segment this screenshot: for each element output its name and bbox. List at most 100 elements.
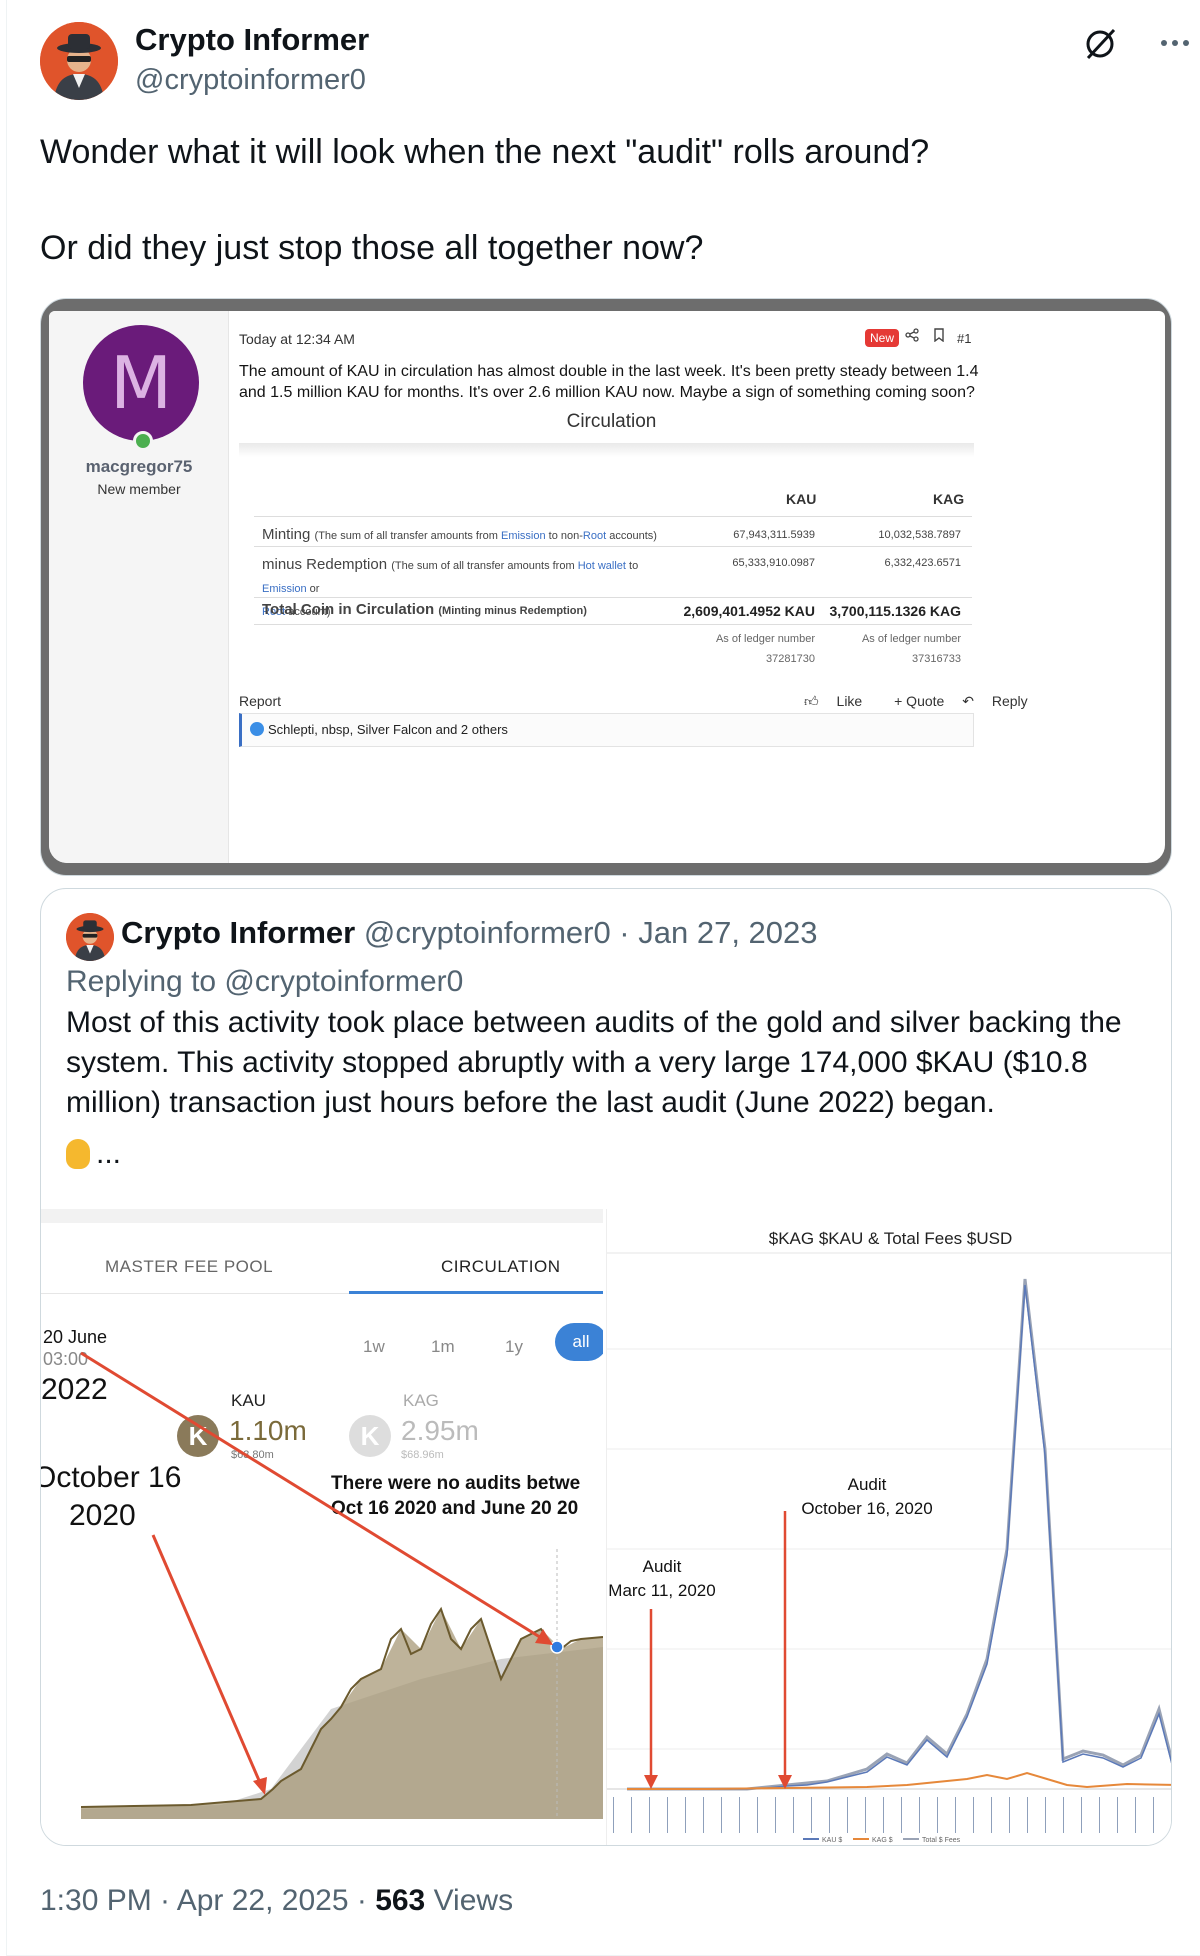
kau-area	[81, 1609, 603, 1819]
x-tick	[919, 1797, 920, 1833]
forum-user-panel: M macgregor75 New member	[49, 311, 229, 863]
forum-post-time: Today at 12:34 AM	[239, 331, 355, 347]
x-tick	[1009, 1797, 1010, 1833]
quoted-avatar	[66, 913, 114, 961]
fees-chart: KAU $ KAG $ Total $ Fees	[607, 1252, 1172, 1844]
tweet-footer: 1:30 PM · Apr 22, 2025 · 563 Views	[40, 1884, 513, 1918]
divider	[254, 624, 972, 625]
x-tick	[739, 1797, 740, 1833]
x-tick	[793, 1797, 794, 1833]
post-timestamp[interactable]: 1:30 PM · Apr 22, 2025 ·	[40, 1884, 375, 1917]
x-tick	[901, 1797, 902, 1833]
reactions-text: Schlepti, nbsp, Silver Falcon and 2 othe…	[268, 722, 508, 737]
audit-mar-2020-arrow-head	[644, 1775, 658, 1789]
minting-row-label: Minting (The sum of all transfer amounts…	[262, 526, 657, 543]
minting-kag: 10,032,538.7897	[878, 529, 961, 541]
x-tick	[883, 1797, 884, 1833]
x-tick	[811, 1797, 812, 1833]
divider	[254, 516, 972, 517]
pointing-down-icon	[66, 1139, 90, 1169]
divider	[254, 546, 972, 547]
forum-avatar: M	[83, 325, 199, 441]
x-tick	[1027, 1797, 1028, 1833]
share-icon	[905, 328, 919, 346]
total-kau: 2,609,401.4952 KAU	[683, 603, 815, 619]
reaction-like-icon	[250, 722, 264, 736]
x-tick	[865, 1797, 866, 1833]
author-handle[interactable]: @cryptoinformer0	[135, 64, 366, 97]
col-header-kau: KAU	[786, 491, 817, 507]
divider	[239, 443, 974, 457]
author-name[interactable]: Crypto Informer	[135, 22, 369, 58]
x-tick	[1171, 1797, 1172, 1833]
x-tick	[937, 1797, 938, 1833]
reply-icon: ↶	[962, 693, 974, 709]
circulation-chart	[80, 1351, 603, 1819]
post-actions: 👍︎ Like + Quote ↶ Reply	[804, 693, 1056, 710]
kau-usd-series	[627, 1284, 1171, 1790]
x-tick	[757, 1797, 758, 1833]
x-tick	[667, 1797, 668, 1833]
x-tick	[721, 1797, 722, 1833]
post-number: #1	[957, 331, 972, 346]
grok-icon[interactable]	[1082, 24, 1120, 62]
cursor-point	[550, 1640, 564, 1654]
x-tick	[685, 1797, 686, 1833]
legend-kau: KAU $	[822, 1837, 842, 1844]
divider	[254, 597, 972, 598]
like-icon: 👍︎	[804, 693, 819, 709]
quoted-image-fees-chart: $KAG $KAU & Total Fees $USD Audit Octobe…	[606, 1209, 1172, 1845]
tweet-text: Wonder what it will look when the next "…	[40, 128, 1160, 272]
quoted-author-name: Crypto Informer	[121, 915, 356, 950]
x-tick	[973, 1797, 974, 1833]
forum-post: M macgregor75 New member Today at 12:34 …	[49, 311, 1165, 863]
legend-kag: KAG $	[872, 1837, 893, 1844]
timeline-border	[6, 0, 7, 1956]
x-tick	[649, 1797, 650, 1833]
minting-kau: 67,943,311.5939	[733, 529, 815, 541]
like-button[interactable]: 👍︎ Like	[804, 693, 876, 709]
redemption-kag: 6,332,423.6571	[884, 557, 961, 569]
forum-post-body: The amount of KAU in circulation has alm…	[239, 363, 979, 401]
x-tick	[991, 1797, 992, 1833]
quoted-tweet[interactable]: Crypto Informer @cryptoinformer0 · Jan 2…	[40, 888, 1172, 1846]
report-link[interactable]: Report	[239, 693, 281, 709]
x-tick	[703, 1797, 704, 1833]
quoted-header: Crypto Informer @cryptoinformer0 · Jan 2…	[121, 915, 818, 951]
more-options-icon[interactable]	[1135, 24, 1189, 62]
views-count: 563	[375, 1884, 426, 1917]
bookmark-icon	[933, 328, 945, 346]
attached-image-forum-post[interactable]: M macgregor75 New member Today at 12:34 …	[40, 298, 1172, 876]
minting-note: (The sum of all transfer amounts from Em…	[314, 530, 657, 542]
total-kag: 3,700,115.1326 KAG	[829, 603, 961, 619]
x-tick	[1135, 1797, 1136, 1833]
ledger-note-kag: As of ledger number	[861, 633, 961, 645]
online-status-icon	[133, 431, 153, 451]
forum-username: macgregor75	[85, 457, 193, 476]
views-label: Views	[425, 1884, 514, 1917]
pointing-down-emoji: ...	[66, 1137, 121, 1171]
kag-usd-series	[627, 1771, 1171, 1790]
x-ticks	[613, 1797, 1172, 1833]
replying-to: Replying to @cryptoinformer0	[66, 965, 464, 998]
forum-user-role: New member	[97, 481, 181, 497]
x-tick	[1153, 1797, 1154, 1833]
reply-button[interactable]: ↶ Reply	[962, 693, 1041, 709]
x-tick	[1045, 1797, 1046, 1833]
arrow-june-2022	[80, 1351, 544, 1641]
ledger-note-kau: As of ledger number	[715, 633, 815, 645]
x-tick	[1063, 1797, 1064, 1833]
x-tick	[1099, 1797, 1100, 1833]
total-fees-series	[627, 1278, 1171, 1791]
legend-total: Total $ Fees	[922, 1837, 961, 1844]
quoted-image-circulation: MASTER FEE POOL CIRCULATION 1w 1m 1y all…	[41, 1209, 603, 1845]
avatar[interactable]	[40, 22, 118, 100]
tweet-line-1: Wonder what it will look when the next "…	[40, 133, 930, 171]
total-row-label: Total Coin in Circulation (Minting minus…	[262, 601, 587, 618]
quote-button[interactable]: + Quote	[894, 693, 944, 709]
arrow-oct-2020	[151, 1534, 263, 1786]
x-tick	[1081, 1797, 1082, 1833]
x-tick	[775, 1797, 776, 1833]
x-tick	[1117, 1797, 1118, 1833]
reactions-bar[interactable]: Schlepti, nbsp, Silver Falcon and 2 othe…	[239, 713, 974, 747]
